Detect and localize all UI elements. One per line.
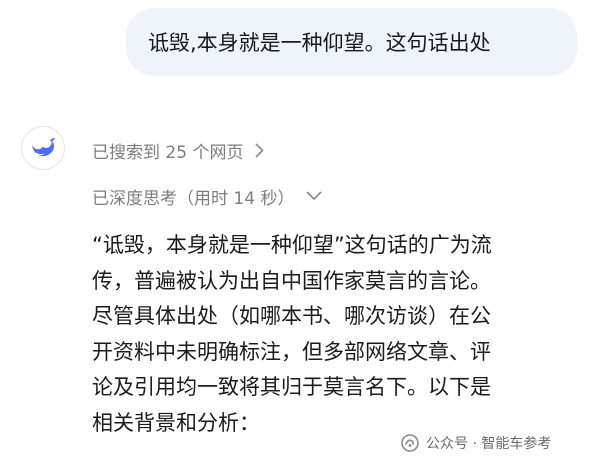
answer-line: 开资料中未明确标注，但多部网络文章、评 (92, 339, 491, 364)
deep-think-toggle[interactable]: 已深度思考（用时 14 秒） (92, 182, 322, 210)
assistant-answer: “诋毁，本身就是一种仰望”这句话的广为流 传，普遍被认为出自中国作家莫言的言论。… (92, 228, 592, 441)
answer-line: “诋毁，本身就是一种仰望”这句话的广为流 (92, 233, 492, 257)
user-message-bubble[interactable]: 诋毁,本身就是一种仰望。这句话出处 (126, 8, 577, 76)
deepseek-whale-icon (32, 138, 56, 157)
think-status-text: 已深度思考（用时 14 秒） (92, 188, 295, 209)
search-status-text: 已搜索到 25 个网页 (92, 142, 244, 163)
chevron-right-icon (255, 143, 264, 158)
search-results-toggle[interactable]: 已搜索到 25 个网页 (92, 136, 264, 164)
assistant-avatar (21, 126, 65, 170)
wechat-official-account-icon (400, 433, 420, 453)
watermark: 公众号 · 智能车参考 (400, 433, 551, 453)
watermark-text: 公众号 · 智能车参考 (426, 436, 552, 452)
chat-page: 诋毁,本身就是一种仰望。这句话出处 已搜索到 25 个网页 已深度思考（用时 1… (0, 0, 600, 470)
answer-line: 尽管具体出处（如哪本书、哪次访谈）在公 (92, 304, 491, 328)
chevron-down-icon (306, 191, 322, 201)
user-message-text: 诋毁,本身就是一种仰望。这句话出处 (148, 31, 491, 55)
answer-line: 论及引用均一致将其归于莫言名下。以下是 (92, 375, 491, 399)
answer-line: 传，普遍被认为出自中国作家莫言的言论。 (92, 268, 491, 293)
